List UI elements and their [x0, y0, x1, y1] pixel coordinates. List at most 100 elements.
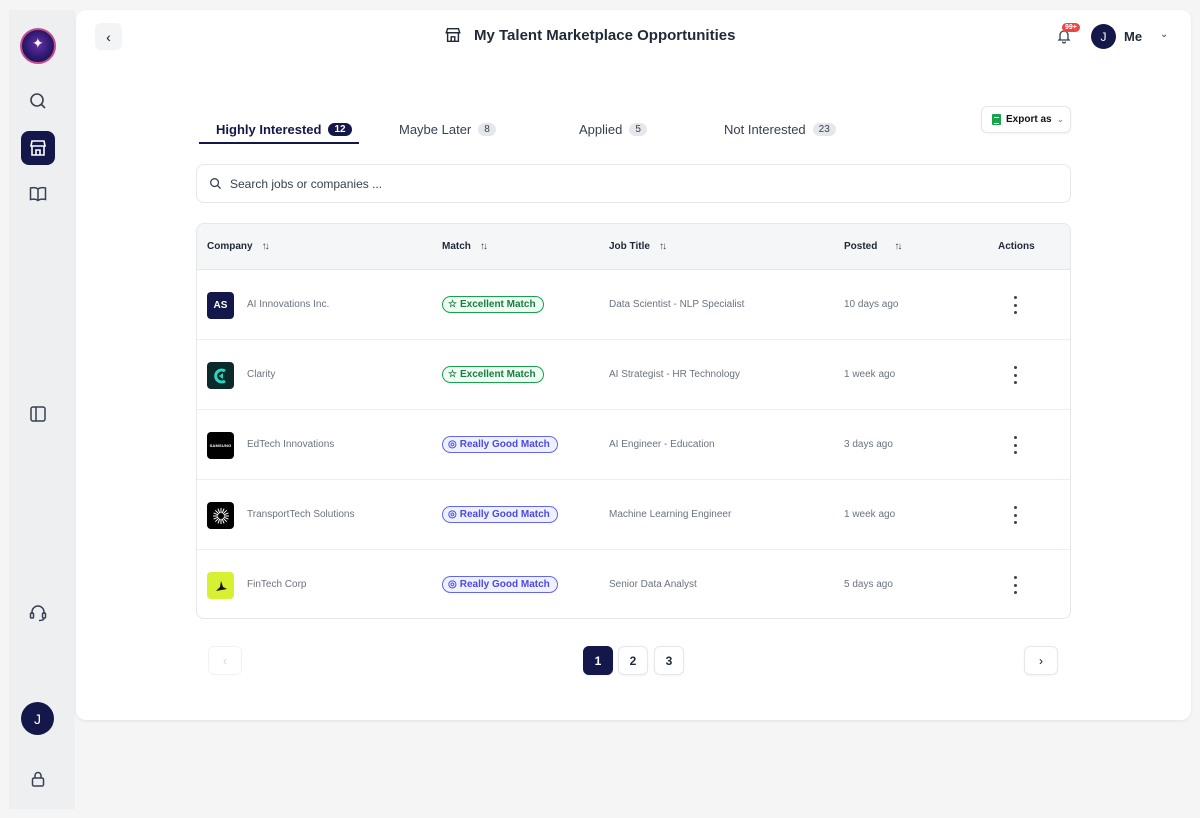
- headset-icon[interactable]: [21, 596, 55, 630]
- page-title: My Talent Marketplace Opportunities: [444, 26, 735, 44]
- match-label: Excellent Match: [459, 299, 536, 310]
- next-page-button[interactable]: ›: [1024, 646, 1058, 675]
- chevron-right-icon: ›: [1039, 653, 1043, 668]
- job-title[interactable]: Machine Learning Engineer: [609, 509, 731, 520]
- search-icon[interactable]: [21, 84, 55, 118]
- previous-page-button[interactable]: ‹: [208, 646, 242, 675]
- more-options-icon[interactable]: [1005, 296, 1025, 314]
- column-label: Posted: [844, 241, 878, 252]
- back-button[interactable]: ‹: [95, 23, 122, 50]
- user-avatar[interactable]: J: [1091, 24, 1116, 49]
- burst-logo-icon: [212, 507, 229, 524]
- export-label: Export as: [1006, 114, 1052, 125]
- match-badge: ☆ Excellent Match: [442, 296, 544, 313]
- sort-icon[interactable]: ↑↓: [262, 241, 270, 252]
- lock-icon[interactable]: [21, 762, 55, 796]
- column-company[interactable]: Company ↑↓: [207, 241, 270, 252]
- table-row[interactable]: SAMSUNG EdTech Innovations ◎ Really Good …: [197, 410, 1070, 480]
- match-label: Really Good Match: [459, 579, 550, 590]
- match-badge: ☆ Excellent Match: [442, 366, 544, 383]
- posted-date: 1 week ago: [844, 369, 896, 380]
- job-title[interactable]: AI Engineer - Education: [609, 439, 715, 450]
- tab-maybe-later[interactable]: Maybe Later 8: [399, 115, 496, 143]
- notification-badge: 99+: [1062, 23, 1080, 32]
- user-name[interactable]: Me: [1124, 29, 1142, 44]
- more-options-icon[interactable]: [1005, 506, 1025, 524]
- company-logo: [207, 502, 234, 529]
- company-name[interactable]: TransportTech Solutions: [247, 509, 354, 520]
- sort-icon[interactable]: ↑↓: [894, 241, 902, 252]
- sort-icon[interactable]: ↑↓: [480, 241, 488, 252]
- column-label: Actions: [998, 241, 1035, 252]
- column-match[interactable]: Match ↑↓: [442, 241, 488, 252]
- top-bar: ‹ My Talent Marketplace Opportunities 99…: [76, 10, 1191, 63]
- company-logo: AS: [207, 292, 234, 319]
- opportunities-table: Company ↑↓ Match ↑↓ Job Title ↑↓ Posted ↑↓ A…: [196, 223, 1071, 619]
- table-row[interactable]: TransportTech Solutions ◎ Really Good Mat…: [197, 480, 1070, 550]
- store-icon: [445, 27, 461, 43]
- page-button-2[interactable]: 2: [618, 646, 648, 675]
- job-title[interactable]: AI Strategist - HR Technology: [609, 369, 740, 380]
- job-title[interactable]: Data Scientist - NLP Specialist: [609, 299, 744, 310]
- column-label: Company: [207, 241, 253, 252]
- page-button-3[interactable]: 3: [654, 646, 684, 675]
- chevron-left-icon: ‹: [106, 28, 111, 45]
- tab-highly-interested[interactable]: Highly Interested 12: [216, 115, 352, 143]
- posted-date: 5 days ago: [844, 579, 893, 590]
- tab-count: 23: [812, 122, 836, 136]
- star-icon: ☆: [448, 299, 457, 310]
- app-logo[interactable]: [20, 28, 56, 64]
- more-options-icon[interactable]: [1005, 366, 1025, 384]
- table-header: Company ↑↓ Match ↑↓ Job Title ↑↓ Posted ↑↓ A…: [197, 224, 1070, 270]
- panel-icon[interactable]: [21, 397, 55, 431]
- page-title-text: My Talent Marketplace Opportunities: [474, 26, 736, 44]
- match-badge: ◎ Really Good Match: [442, 436, 558, 453]
- match-label: Really Good Match: [459, 509, 550, 520]
- match-label: Excellent Match: [459, 369, 536, 380]
- fintech-logo-icon: [215, 580, 227, 591]
- column-posted[interactable]: Posted ↑↓: [844, 241, 902, 252]
- main-panel: ‹ My Talent Marketplace Opportunities 99…: [76, 10, 1191, 720]
- tab-count: 12: [328, 122, 352, 136]
- sidebar: J: [9, 10, 75, 809]
- company-name[interactable]: FinTech Corp: [247, 579, 306, 590]
- tab-label: Not Interested: [724, 121, 806, 137]
- company-name[interactable]: EdTech Innovations: [247, 439, 334, 450]
- company-logo: [207, 362, 234, 389]
- column-job-title[interactable]: Job Title ↑↓: [609, 241, 667, 252]
- tab-label: Applied: [579, 121, 623, 137]
- tab-bar: Highly Interested 12 Maybe Later 8 Appli…: [199, 115, 889, 144]
- tab-not-interested[interactable]: Not Interested 23: [724, 115, 836, 143]
- search-placeholder: Search jobs or companies ...: [230, 176, 383, 191]
- export-button[interactable]: Export as ⌄: [981, 106, 1071, 133]
- chevron-left-icon: ‹: [223, 653, 227, 668]
- table-row[interactable]: Clarity ☆ Excellent Match AI Strategist -…: [197, 340, 1070, 410]
- sidebar-avatar[interactable]: J: [21, 702, 54, 735]
- page-button-1[interactable]: 1: [583, 646, 613, 675]
- search-input[interactable]: Search jobs or companies ...: [196, 164, 1071, 203]
- more-options-icon[interactable]: [1005, 576, 1025, 594]
- star-icon: ☆: [448, 369, 457, 380]
- match-badge: ◎ Really Good Match: [442, 506, 558, 523]
- company-name[interactable]: Clarity: [247, 369, 275, 380]
- tab-count: 5: [629, 122, 647, 136]
- more-options-icon[interactable]: [1005, 436, 1025, 454]
- tab-applied[interactable]: Applied 5: [579, 115, 647, 143]
- company-logo: SAMSUNG: [207, 432, 234, 459]
- book-icon[interactable]: [21, 177, 55, 211]
- posted-date: 1 week ago: [844, 509, 896, 520]
- chevron-down-icon: ⌄: [1056, 114, 1065, 124]
- posted-date: 3 days ago: [844, 439, 893, 450]
- sort-icon[interactable]: ↑↓: [659, 241, 667, 252]
- company-name[interactable]: AI Innovations Inc.: [247, 299, 329, 310]
- job-title[interactable]: Senior Data Analyst: [609, 579, 697, 590]
- match-badge: ◎ Really Good Match: [442, 576, 558, 593]
- table-row[interactable]: AS AI Innovations Inc. ☆ Excellent Match …: [197, 270, 1070, 340]
- table-row[interactable]: FinTech Corp ◎ Really Good Match Senior D…: [197, 550, 1070, 618]
- search-icon: [210, 178, 222, 190]
- target-icon: ◎: [448, 509, 457, 520]
- chevron-down-icon[interactable]: ⌄: [1160, 29, 1168, 40]
- clarity-logo-icon: [213, 368, 226, 383]
- store-icon[interactable]: [21, 131, 55, 165]
- column-label: Match: [442, 241, 471, 252]
